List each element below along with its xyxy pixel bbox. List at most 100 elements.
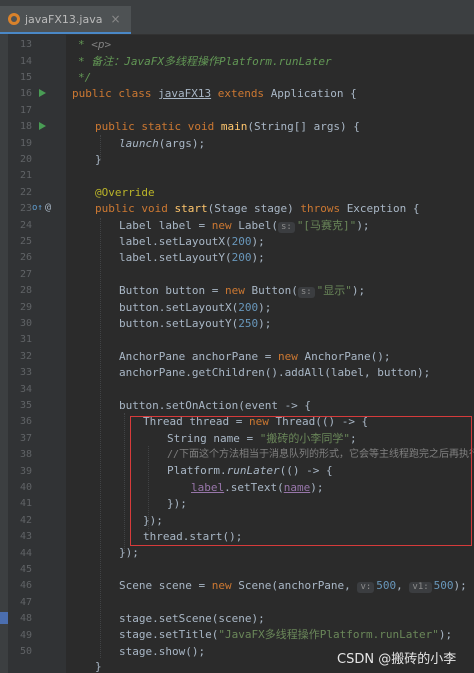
line-number: 20 — [19, 154, 32, 165]
code-token: ); — [351, 284, 366, 297]
code-line-46: Scene scene = new Scene(anchorPane, v: 50… — [119, 579, 467, 593]
line-number: 42 — [19, 515, 32, 526]
code-token: ); — [251, 251, 265, 264]
code-token: Label( — [238, 219, 278, 232]
code-token: button.setLayoutY( — [119, 317, 239, 330]
class-name: javaFX13 — [158, 87, 212, 100]
code-token: label.setLayoutY( — [119, 251, 232, 264]
number-literal: 200 — [231, 251, 252, 264]
parameter-hint: s: — [277, 222, 295, 233]
code-token: * — [78, 38, 92, 51]
code-line-18: public static void main(String[] args) { — [95, 120, 360, 133]
code-line-49: stage.setTitle("JavaFX多线程操作Platform.runL… — [119, 628, 452, 641]
line-number: 46 — [19, 580, 32, 591]
code-token: ); — [438, 628, 453, 641]
code-editor-window: javaFX13.java × 13 14 15 16 17 18 19 20 … — [0, 0, 474, 673]
number-literal: 500 — [433, 579, 454, 592]
tab-javafx13[interactable]: javaFX13.java × — [0, 6, 131, 34]
highlight-box — [130, 416, 472, 546]
code-token: ); — [251, 235, 265, 248]
code-token: Button button = — [119, 284, 225, 297]
code-token: new — [211, 579, 239, 592]
run-icon[interactable] — [39, 89, 46, 97]
java-class-icon — [8, 13, 20, 25]
run-icon[interactable] — [39, 122, 46, 130]
line-number: 48 — [19, 613, 32, 624]
code-token: ); — [453, 579, 467, 592]
parameter-hint: v1: — [409, 582, 432, 593]
line-number: 17 — [19, 105, 32, 116]
line-number: 45 — [19, 564, 32, 575]
code-token: new — [277, 350, 305, 363]
line-number: 44 — [19, 548, 32, 559]
line-number: 28 — [19, 285, 32, 296]
line-number: 30 — [19, 318, 32, 329]
code-line-35: button.setOnAction(event -> { — [119, 399, 312, 412]
code-token: public void — [95, 202, 175, 215]
line-number: 39 — [19, 466, 32, 477]
line-number: 37 — [19, 433, 32, 444]
code-token: Exception { — [346, 202, 420, 215]
line-number: 25 — [19, 236, 32, 247]
code-token: public class — [72, 87, 159, 100]
line-number: 34 — [19, 384, 32, 395]
code-token: throws — [300, 202, 347, 215]
line-number: 33 — [19, 367, 32, 378]
override-icon[interactable]: o↑ — [32, 203, 43, 213]
line-number: 49 — [19, 630, 32, 641]
editor-tab-bar: javaFX13.java × — [0, 0, 474, 35]
code-token: Application { — [270, 87, 357, 100]
code-line-28: Button button = new Button(s: "显示"); — [119, 284, 365, 298]
line-number-gutter — [0, 34, 66, 673]
code-token: new — [211, 219, 239, 232]
line-number: 31 — [19, 334, 32, 345]
code-line-23: public void start(Stage stage) throws Ex… — [95, 202, 420, 215]
line-number: 36 — [19, 416, 32, 427]
line-number: 13 — [19, 39, 32, 50]
line-number: 26 — [19, 252, 32, 263]
close-icon[interactable]: × — [110, 12, 120, 26]
line-number: 14 — [19, 56, 32, 67]
code-token: button.setLayoutX( — [119, 301, 239, 314]
code-line-30: button.setLayoutY(250); — [119, 317, 271, 330]
code-line-29: button.setLayoutX(200); — [119, 301, 271, 314]
watermark: CSDN @搬砖的小李 — [337, 652, 457, 667]
number-literal: 250 — [238, 317, 259, 330]
code-line-32: AnchorPane anchorPane = new AnchorPane()… — [119, 350, 391, 363]
code-line-44: }); — [119, 546, 139, 559]
line-number: 22 — [19, 187, 32, 198]
code-line-15: */ — [78, 71, 92, 84]
indent-guide — [124, 413, 125, 553]
method-name: main — [220, 120, 248, 133]
code-token: , — [396, 579, 410, 592]
line-number: 43 — [19, 531, 32, 542]
line-number: 29 — [19, 302, 32, 313]
line-number: 50 — [19, 646, 32, 657]
annotation-icon: @ — [45, 202, 52, 213]
line-number: 16 — [19, 88, 32, 99]
number-literal: 500 — [376, 579, 397, 592]
structure-marker[interactable] — [0, 612, 8, 624]
line-number: 15 — [19, 72, 32, 83]
code-token: Scene scene = — [119, 579, 212, 592]
line-number: 32 — [19, 351, 32, 362]
line-number: 19 — [19, 138, 32, 149]
code-line-33: anchorPane.getChildren().addAll(label, b… — [119, 366, 431, 379]
tool-window-strip — [0, 34, 8, 673]
method-name: start — [174, 202, 208, 215]
line-number: 35 — [19, 400, 32, 411]
code-token: Scene(anchorPane, — [238, 579, 358, 592]
code-line-20: } — [95, 153, 102, 166]
code-line-14: * 备注：JavaFX多线程操作Platform.runLater — [78, 55, 332, 68]
code-token: <p> — [91, 38, 112, 51]
code-token: extends — [211, 87, 271, 100]
code-token: stage.setTitle( — [119, 628, 219, 641]
line-number: 21 — [19, 170, 32, 181]
number-literal: 200 — [238, 301, 259, 314]
code-token: AnchorPane anchorPane = — [119, 350, 278, 363]
line-number: 23 — [19, 203, 32, 214]
code-token: ); — [258, 301, 272, 314]
code-line-24: Label label = new Label(s: "[马赛克]"); — [119, 219, 370, 233]
code-token: ); — [356, 219, 370, 232]
string-literal: "[马赛克]" — [296, 219, 357, 232]
